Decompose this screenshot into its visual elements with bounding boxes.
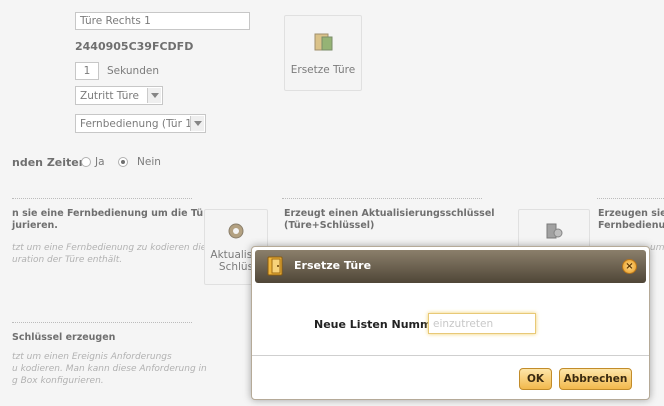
replace-door-dialog: Ersetze Türe × Neue Listen Nummer OK Abb… bbox=[251, 246, 650, 400]
list-number-input[interactable] bbox=[428, 313, 536, 334]
ok-button[interactable]: OK bbox=[519, 368, 552, 390]
list-number-label: Neue Listen Nummer bbox=[314, 318, 445, 331]
cancel-button[interactable]: Abbrechen bbox=[559, 368, 632, 390]
close-icon[interactable]: × bbox=[622, 259, 637, 274]
dialog-divider bbox=[252, 355, 649, 356]
dialog-title: Ersetze Türe bbox=[294, 259, 372, 272]
dialog-header: Ersetze Türe × bbox=[255, 250, 646, 283]
door-icon bbox=[267, 256, 283, 276]
